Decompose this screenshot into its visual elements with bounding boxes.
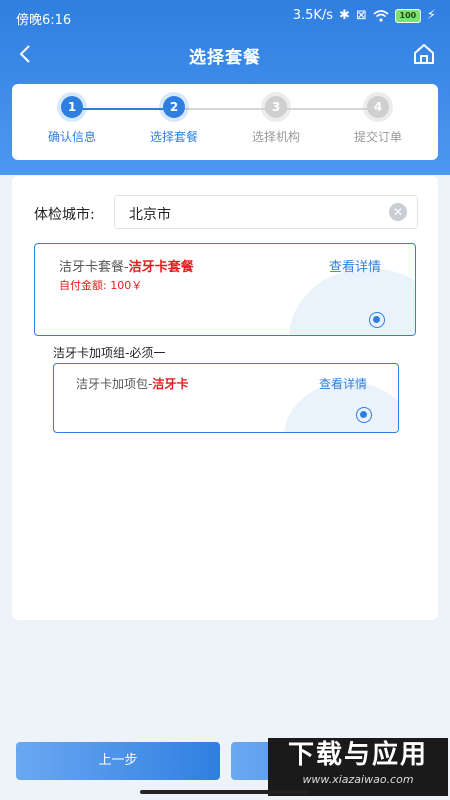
package-prefix: 洁牙卡套餐-: [59, 260, 129, 275]
city-input[interactable]: 北京市 ✕: [114, 195, 418, 229]
step-select-institution: 3 选择机构: [226, 96, 326, 145]
previous-step-button[interactable]: 上一步: [16, 742, 220, 780]
bluetooth-icon: ✱: [339, 8, 350, 23]
progress-steps: 1 确认信息 2 选择套餐 3 选择机构 4 提交订单: [12, 84, 438, 160]
package-option[interactable]: 洁牙卡套餐-洁牙卡套餐 查看详情 自付金额: 100￥: [34, 243, 416, 336]
package-price: 自付金额: 100￥: [59, 279, 143, 292]
status-time: 傍晚6:16: [16, 13, 72, 28]
step-confirm-info: 1 确认信息: [22, 96, 122, 145]
navigation-bar: 选择套餐: [0, 32, 450, 76]
card-decoration: [289, 268, 415, 335]
package-name: 洁牙卡套餐: [128, 260, 194, 275]
watermark-site: www.xiazaiwao.com: [302, 773, 414, 786]
step-number: 1: [61, 96, 83, 118]
city-value: 北京市: [129, 207, 171, 223]
wifi-icon: [373, 9, 389, 22]
step-select-package: 2 选择套餐: [124, 96, 224, 145]
battery-icon: 100: [394, 8, 421, 23]
step-label: 确认信息: [47, 130, 96, 144]
watermark-title: 下载与应用: [287, 740, 428, 770]
watermark-logo: 下载与应用 www.xiazaiwao.com: [268, 738, 448, 796]
home-indicator: [140, 790, 310, 794]
clear-icon[interactable]: ✕: [389, 203, 407, 221]
addon-radio[interactable]: [356, 407, 372, 423]
network-speed: 3.5K/s: [292, 8, 334, 23]
addon-option[interactable]: 洁牙卡加项包-洁牙卡 查看详情: [53, 363, 399, 433]
page-title: 选择套餐: [189, 48, 261, 68]
step-label: 选择机构: [251, 130, 300, 144]
addon-name: 洁牙卡: [152, 377, 189, 391]
status-icons: 3.5K/s ✱ ⊠ 100 ⚡: [293, 8, 436, 23]
package-detail-link[interactable]: 查看详情: [329, 256, 381, 275]
addon-prefix: 洁牙卡加项包-: [76, 377, 153, 391]
step-number: 4: [367, 96, 389, 118]
package-title: 洁牙卡套餐-洁牙卡套餐: [59, 256, 194, 275]
step-submit-order: 4 提交订单: [328, 96, 428, 145]
package-selection-card: 体检城市: 北京市 ✕ 洁牙卡套餐-洁牙卡套餐 查看详情 自付金额: 100￥ …: [12, 176, 438, 620]
step-label: 选择套餐: [149, 130, 198, 144]
city-label: 体检城市:: [34, 207, 95, 223]
charging-icon: ⚡: [426, 8, 436, 23]
addon-detail-link[interactable]: 查看详情: [319, 375, 367, 392]
status-bar: 傍晚6:16 3.5K/s ✱ ⊠ 100 ⚡: [0, 0, 450, 32]
package-radio[interactable]: [369, 312, 385, 328]
addon-title: 洁牙卡加项包-洁牙卡: [76, 375, 188, 392]
step-number: 3: [265, 96, 287, 118]
step-number: 2: [163, 96, 185, 118]
mute-icon: ⊠: [355, 8, 367, 23]
home-icon[interactable]: [412, 42, 436, 66]
step-label: 提交订单: [353, 130, 402, 144]
addon-group-title: 洁牙卡加项组-必须一: [53, 346, 166, 360]
